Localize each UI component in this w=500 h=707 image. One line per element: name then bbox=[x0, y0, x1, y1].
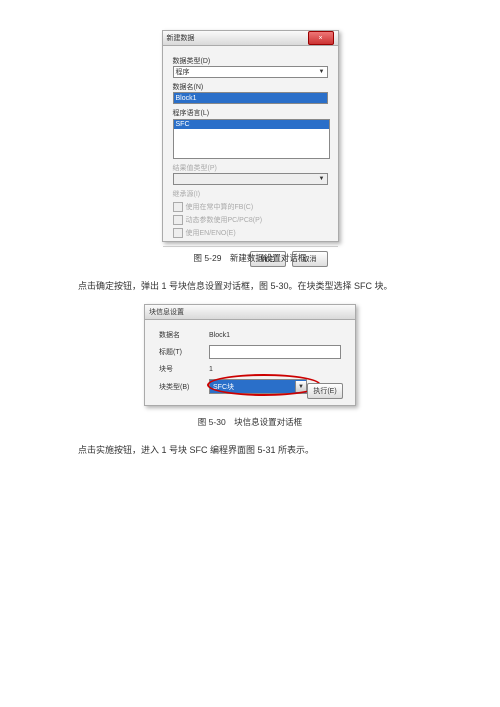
data-name-label: 数据名(N) bbox=[173, 82, 328, 92]
caption-5-29: 图 5-29 新建数据设置对话框 bbox=[60, 252, 440, 264]
chk-eneno: 使用EN/ENO(E) bbox=[173, 228, 328, 238]
data-name-label2: 数据名 bbox=[159, 330, 209, 340]
chevron-down-icon: ▼ bbox=[319, 176, 325, 182]
dialog1-titlebar: 新建数据 × bbox=[163, 31, 338, 46]
block-type-select[interactable]: SFC块 ▼ bbox=[209, 379, 307, 394]
checkbox-icon bbox=[173, 228, 183, 238]
new-data-dialog: 新建数据 × 数据类型(D) 程序 ▼ 数据名(N) Block1 程序语言(L… bbox=[162, 30, 339, 242]
dialog1-body: 数据类型(D) 程序 ▼ 数据名(N) Block1 程序语言(L) SFC 结… bbox=[163, 46, 338, 242]
caption-5-30: 图 5-30 块信息设置对话框 bbox=[60, 416, 440, 428]
chk-pc: 动态参数使用PC/PC8(P) bbox=[173, 215, 328, 225]
inherit-label: 继承源(I) bbox=[173, 189, 328, 199]
dialog2-titlebar: 块信息设置 bbox=[145, 305, 355, 320]
data-type-label: 数据类型(D) bbox=[173, 56, 328, 66]
block-info-dialog: 块信息设置 数据名 Block1 标题(T) 块号 1 块类型(B) SFC块 … bbox=[144, 304, 356, 406]
data-name-value2: Block1 bbox=[209, 332, 341, 339]
block-no-value: 1 bbox=[209, 366, 341, 373]
title-label2: 标题(T) bbox=[159, 347, 209, 357]
data-name-input[interactable]: Block1 bbox=[173, 92, 328, 104]
title-input[interactable] bbox=[209, 345, 341, 359]
block-type-value: SFC块 bbox=[213, 382, 234, 392]
checkbox-icon bbox=[173, 202, 183, 212]
data-type-value: 程序 bbox=[176, 67, 190, 77]
prog-lang-list[interactable]: SFC bbox=[173, 119, 330, 159]
data-name-value: Block1 bbox=[176, 95, 197, 102]
paragraph-1: 点击确定按钮，弹出 1 号块信息设置对话框，图 5-30。在块类型选择 SFC … bbox=[60, 278, 440, 294]
data-type-select[interactable]: 程序 ▼ bbox=[173, 66, 328, 78]
ret-type-label: 结果值类型(P) bbox=[173, 163, 328, 173]
block-no-label: 块号 bbox=[159, 364, 209, 374]
close-icon[interactable]: × bbox=[308, 31, 334, 45]
ret-type-select: ▼ bbox=[173, 173, 328, 185]
dialog1-title: 新建数据 bbox=[167, 33, 308, 43]
paragraph-2: 点击实施按钮，进入 1 号块 SFC 编程界面图 5-31 所表示。 bbox=[60, 442, 440, 458]
chevron-down-icon: ▼ bbox=[295, 381, 306, 392]
checkbox-icon bbox=[173, 215, 183, 225]
chk-fb: 使用在常中算的FB(C) bbox=[173, 202, 328, 212]
chevron-down-icon: ▼ bbox=[319, 69, 325, 75]
execute-button[interactable]: 执行(E) bbox=[307, 383, 343, 399]
prog-lang-selected: SFC bbox=[174, 120, 329, 129]
dialog2-title: 块信息设置 bbox=[149, 307, 351, 317]
block-type-label: 块类型(B) bbox=[159, 382, 209, 392]
prog-lang-label: 程序语言(L) bbox=[173, 108, 328, 118]
